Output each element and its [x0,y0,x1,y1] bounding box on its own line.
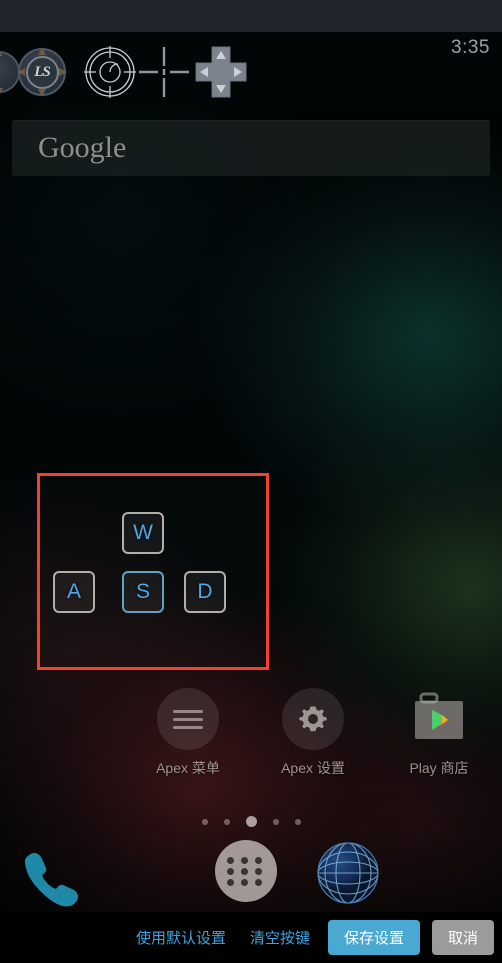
google-logo-text: Google [38,131,127,164]
stick-nub-right [59,68,67,76]
status-bar [0,0,502,32]
use-default-settings-button[interactable]: 使用默认设置 [130,923,232,952]
left-stick-icon[interactable]: LS [17,47,67,97]
gear-icon [282,688,344,750]
dock-app-drawer-icon[interactable] [215,840,287,912]
key-button-d[interactable]: D [184,571,226,613]
stick-nub-top [38,47,46,55]
save-settings-button[interactable]: 保存设置 [327,920,420,955]
page-dot[interactable] [201,818,208,825]
key-label-w: W [133,521,153,544]
page-dot[interactable] [272,818,279,825]
left-stick-inner: LS [25,55,59,89]
stick-nub-left [17,68,25,76]
left-stick-label: LS [34,63,50,80]
cancel-button[interactable]: 取消 [431,920,494,955]
page-dot[interactable] [223,818,230,825]
play-store-icon [408,688,470,750]
key-mapping-action-bar: 使用默认设置 清空按键 保存设置 取消 [0,912,502,963]
page-indicator [0,816,502,827]
dock-phone-icon[interactable] [14,840,86,912]
key-label-a: A [66,580,81,603]
emulator-screen: 3:35 LS Google W A S D Apex 菜单 Apex 设置 P… [0,0,502,963]
app-shortcut-apex-settings[interactable]: Apex 设置 [253,688,373,778]
page-dot[interactable] [294,818,301,825]
key-button-s[interactable]: S [122,571,164,613]
key-button-a[interactable]: A [53,571,95,613]
key-button-w[interactable]: W [122,512,164,554]
gamepad-toolbar: 3:35 LS [0,32,502,107]
app-label-apex-settings: Apex 设置 [281,760,345,776]
dock-globe-icon[interactable] [315,840,387,912]
clear-keys-button[interactable]: 清空按键 [244,923,316,952]
home-app-row: Apex 菜单 Apex 设置 Play 商店 [0,688,502,788]
key-label-d: D [197,580,213,603]
google-search-widget[interactable]: Google [12,120,490,176]
dpad-icon[interactable] [194,45,248,99]
clock-label: 3:35 [451,37,490,58]
stick-nub-bottom [38,89,46,97]
key-label-s: S [135,580,150,603]
page-dot-active[interactable] [245,816,257,827]
target-reticle-icon[interactable] [84,46,136,98]
app-label-apex-menu: Apex 菜单 [156,760,220,776]
home-dock [0,840,502,912]
app-label-play-store: Play 商店 [409,760,469,776]
crosshair-icon[interactable] [138,46,190,98]
app-shortcut-apex-menu[interactable]: Apex 菜单 [128,688,248,778]
app-shortcut-play-store[interactable]: Play 商店 [379,688,499,778]
menu-icon [157,688,219,750]
